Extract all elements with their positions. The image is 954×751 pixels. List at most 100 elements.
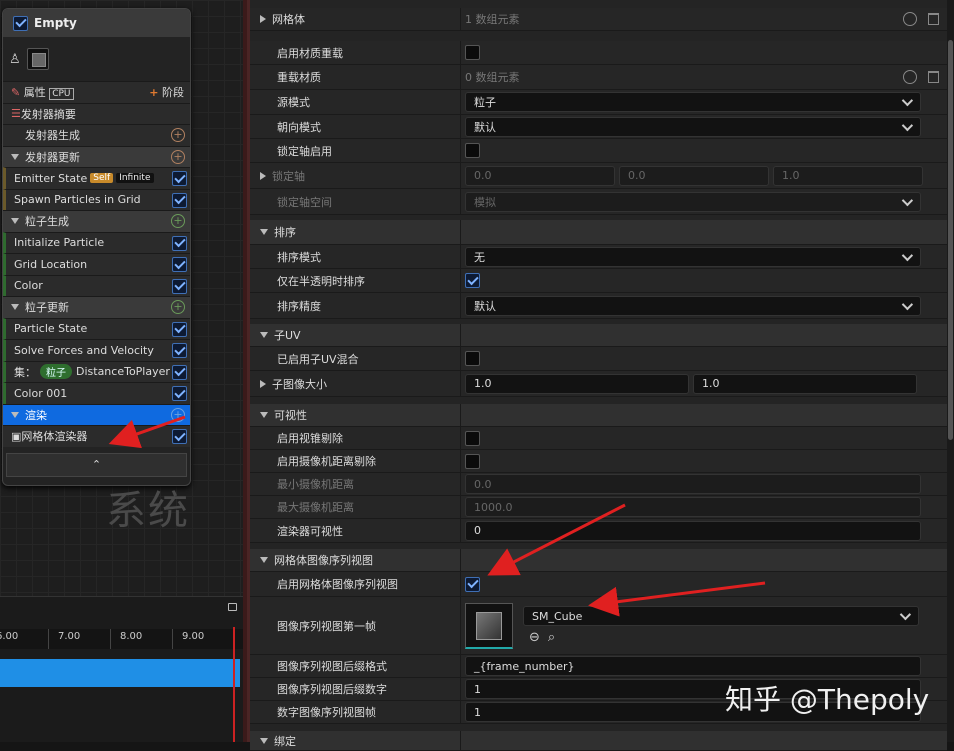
module-enable-checkbox[interactable] (172, 364, 187, 380)
property-field[interactable]: _{frame_number} (465, 656, 921, 676)
property-field[interactable]: 1000.0 (465, 497, 921, 517)
property-row[interactable]: 子图像大小 1.0 1.0 (250, 371, 947, 397)
use-selected-icon[interactable]: ⊖ (529, 630, 540, 645)
property-row[interactable]: 绑定 (250, 731, 947, 751)
delete-icon[interactable] (928, 13, 939, 25)
emitter-row[interactable]: 发射器生成 + (3, 124, 190, 146)
property-checkbox[interactable] (465, 143, 480, 158)
emitter-node[interactable]: Empty ♙ ✎ 属性 CPU + 阶段 ☰ 发射器摘要 发射器生成 + 发射器更新… (2, 8, 191, 486)
property-row[interactable]: 启用网格体图像序列视图 ↶ (250, 572, 947, 597)
property-row[interactable]: 朝向模式 默认 (250, 115, 947, 139)
module-enable-checkbox[interactable] (172, 429, 187, 444)
expand-arrow-icon[interactable] (260, 15, 266, 23)
expand-arrow-icon[interactable] (260, 379, 266, 388)
module-enable-checkbox[interactable] (172, 257, 187, 272)
add-module-icon[interactable]: + (171, 214, 185, 228)
playhead[interactable] (233, 627, 235, 742)
property-row[interactable]: 网格体图像序列视图 (250, 549, 947, 572)
module-enable-checkbox[interactable] (172, 321, 187, 337)
emitter-row[interactable]: 渲染 + (3, 403, 190, 425)
property-row[interactable]: 锁定轴 0.0 0.0 1.0 (250, 163, 947, 189)
property-row[interactable]: 图像序列视图第一帧SM_Cube⊖⌕↶ (250, 597, 947, 655)
property-row[interactable]: 锁定轴启用 (250, 139, 947, 163)
property-row[interactable]: 重载材质 0 数组元素 (250, 65, 947, 90)
emitter-row[interactable]: 粒子更新 + (3, 296, 190, 318)
property-dropdown[interactable]: 默认 (465, 295, 921, 316)
property-row[interactable]: 排序精度 默认 (250, 293, 947, 319)
property-row[interactable]: 最大摄像机距离 1000.0 (250, 496, 947, 519)
property-row[interactable]: 渲染器可视性 0 (250, 519, 947, 543)
module-enable-checkbox[interactable] (172, 235, 187, 251)
property-row[interactable]: 可视性 (250, 404, 947, 427)
expand-arrow-icon[interactable] (260, 171, 266, 180)
add-module-icon[interactable]: + (171, 149, 185, 164)
vector-component-field[interactable]: 0.0 (465, 165, 615, 186)
property-row[interactable]: 源模式 粒子 (250, 90, 947, 115)
property-row[interactable]: 锁定轴空间 模拟 (250, 189, 947, 215)
person-icon[interactable]: ♙ (9, 52, 21, 67)
emitter-row[interactable]: 集： 粒子 DistanceToPlayer (3, 360, 190, 382)
expand-arrow-icon[interactable] (11, 153, 19, 160)
vector-component-field[interactable]: 1.0 (465, 373, 689, 394)
timeline-ruler[interactable]: 6.00 7.00 8.00 9.00 (0, 629, 243, 649)
expand-arrow-icon[interactable] (260, 737, 268, 744)
property-row[interactable]: 图像序列视图后缀格式 _{frame_number} (250, 655, 947, 678)
property-row[interactable]: 排序 (250, 220, 947, 245)
emitter-row[interactable]: Particle State (3, 317, 190, 339)
add-element-icon[interactable] (903, 70, 917, 84)
emitter-row[interactable]: Grid Location (3, 253, 190, 275)
scrollbar-thumb[interactable] (948, 40, 953, 440)
property-dropdown[interactable]: 无 (465, 246, 921, 267)
expand-arrow-icon[interactable] (260, 229, 268, 235)
property-field[interactable]: 0.0 (465, 474, 921, 494)
expand-arrow-icon[interactable] (11, 411, 19, 418)
emitter-row[interactable]: Color (3, 274, 190, 296)
emitter-row[interactable]: Emitter State Self Infinite (3, 167, 190, 189)
emitter-thumbnail[interactable] (26, 48, 49, 70)
property-row[interactable]: 启用视锥剔除 (250, 427, 947, 450)
module-enable-checkbox[interactable] (172, 343, 187, 358)
property-row[interactable]: 网格体 1 数组元素 (250, 8, 947, 31)
property-dropdown[interactable]: 模拟 (465, 191, 921, 212)
property-checkbox[interactable] (465, 453, 480, 469)
expand-arrow-icon[interactable] (11, 218, 19, 225)
property-checkbox[interactable] (465, 351, 480, 366)
mesh-thumbnail[interactable] (465, 602, 513, 649)
vector-component-field[interactable]: 1.0 (773, 165, 923, 186)
property-row[interactable]: 子UV (250, 324, 947, 347)
add-module-icon[interactable]: + (171, 300, 185, 314)
plus-icon[interactable]: + (149, 86, 158, 99)
browse-icon[interactable]: ⌕ (548, 630, 555, 645)
collapse-button[interactable]: ⌃ (6, 452, 187, 477)
vector-component-field[interactable]: 0.0 (619, 165, 769, 186)
property-dropdown[interactable]: 默认 (465, 116, 921, 137)
property-row[interactable]: 仅在半透明时排序 (250, 269, 947, 293)
emitter-row[interactable]: Initialize Particle (3, 231, 190, 253)
emitter-row[interactable]: ☰ 发射器摘要 (3, 102, 190, 124)
property-field[interactable]: 0 (465, 520, 921, 541)
emitter-row[interactable]: Color 001 (3, 382, 190, 404)
asset-dropdown[interactable]: SM_Cube (523, 606, 919, 626)
property-checkbox[interactable] (465, 576, 480, 592)
expand-arrow-icon[interactable] (11, 304, 19, 311)
lock-icon[interactable] (228, 603, 237, 611)
property-checkbox[interactable] (465, 430, 480, 446)
property-row[interactable]: 最小摄像机距离 0.0 (250, 473, 947, 496)
property-row[interactable]: 启用材质重载 (250, 41, 947, 65)
emitter-row[interactable]: Solve Forces and Velocity (3, 339, 190, 361)
add-stage-button[interactable]: 阶段 (162, 86, 184, 99)
properties-row[interactable]: ✎ 属性 CPU + 阶段 (3, 81, 190, 103)
add-element-icon[interactable] (903, 12, 917, 26)
add-module-icon[interactable]: + (171, 128, 185, 142)
vector-component-field[interactable]: 1.0 (693, 373, 917, 394)
property-row[interactable]: 排序模式 无 (250, 245, 947, 269)
property-checkbox[interactable] (465, 45, 480, 60)
emitter-row[interactable]: 发射器更新 + (3, 145, 190, 167)
emitter-row[interactable]: ▣ 网格体渲染器 (3, 425, 190, 447)
property-dropdown[interactable]: 粒子 (465, 92, 921, 112)
module-enable-checkbox[interactable] (172, 278, 187, 294)
property-row[interactable]: 启用摄像机距离剔除 (250, 450, 947, 473)
delete-icon[interactable] (928, 71, 939, 83)
add-module-icon[interactable]: + (171, 407, 185, 422)
scrollbar[interactable] (947, 0, 954, 742)
